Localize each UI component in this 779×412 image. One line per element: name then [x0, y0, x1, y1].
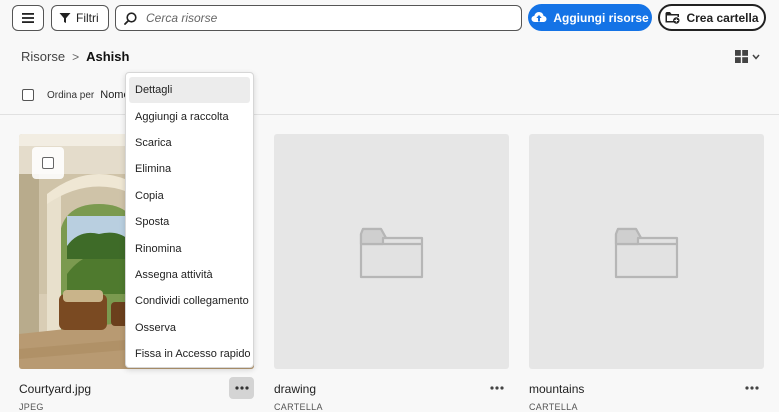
asset-name[interactable]: Courtyard.jpg [19, 382, 91, 396]
breadcrumb-separator: > [72, 49, 80, 64]
top-toolbar: Filtri Aggiungi risorse Crea cartella [0, 0, 779, 36]
more-icon [489, 386, 504, 390]
more-icon [744, 386, 759, 390]
asset-select-checkbox[interactable] [32, 147, 64, 179]
folder-add-icon [665, 12, 680, 24]
context-menu: Dettagli Aggiungi a raccolta Scarica Eli… [125, 72, 254, 368]
folder-icon [614, 227, 679, 279]
select-all-checkbox[interactable] [22, 89, 34, 101]
grid-view-icon [735, 50, 748, 63]
hamburger-icon [22, 13, 34, 23]
menu-item-add-to-collection[interactable]: Aggiungi a raccolta [126, 103, 253, 129]
asset-type: JPEG [19, 402, 44, 412]
search-input[interactable] [146, 11, 506, 25]
menu-item-assign-task[interactable]: Assegna attività [126, 262, 253, 288]
menu-item-delete[interactable]: Elimina [126, 156, 253, 182]
view-switcher[interactable] [735, 50, 760, 63]
menu-item-download[interactable]: Scarica [126, 130, 253, 156]
more-actions-button[interactable] [484, 377, 509, 399]
search-icon [124, 11, 137, 25]
filters-button[interactable]: Filtri [51, 5, 109, 31]
filters-label: Filtri [76, 11, 99, 25]
breadcrumb-current: Ashish [86, 49, 130, 64]
create-folder-button[interactable]: Crea cartella [658, 4, 766, 31]
folder-icon [359, 227, 424, 279]
menu-item-copy[interactable]: Copia [126, 183, 253, 209]
folder-name[interactable]: drawing [274, 382, 316, 396]
more-actions-button[interactable] [739, 377, 764, 399]
cloud-upload-icon [531, 12, 547, 22]
chevron-down-icon [752, 54, 760, 60]
folder-name[interactable]: mountains [529, 382, 584, 396]
menu-item-details[interactable]: Dettagli [129, 77, 250, 104]
more-icon [234, 386, 249, 390]
folder-thumbnail-mountains[interactable] [529, 134, 764, 369]
menu-button[interactable] [12, 5, 44, 31]
add-assets-label: Aggiungi risorse [553, 10, 649, 25]
sort-label: Ordina per [47, 89, 95, 101]
folder-thumbnail-drawing[interactable] [274, 134, 509, 369]
divider [0, 114, 779, 115]
sort-bar: Ordina per Nome [22, 89, 130, 101]
breadcrumb: Risorse > Ashish [21, 49, 129, 64]
menu-item-share-link[interactable]: Condividi collegamento [126, 288, 253, 314]
add-assets-button[interactable]: Aggiungi risorse [528, 4, 652, 31]
breadcrumb-root[interactable]: Risorse [21, 49, 65, 64]
folder-type: CARTELLA [529, 402, 578, 412]
folder-type: CARTELLA [274, 402, 323, 412]
filter-icon [59, 13, 71, 23]
search-field[interactable] [115, 5, 522, 31]
menu-item-move[interactable]: Sposta [126, 209, 253, 235]
menu-item-watch[interactable]: Osserva [126, 315, 253, 341]
menu-item-pin-quick-access[interactable]: Fissa in Accesso rapido [126, 341, 253, 367]
create-folder-label: Crea cartella [686, 10, 759, 25]
more-actions-button[interactable] [229, 377, 254, 399]
menu-item-rename[interactable]: Rinomina [126, 235, 253, 261]
